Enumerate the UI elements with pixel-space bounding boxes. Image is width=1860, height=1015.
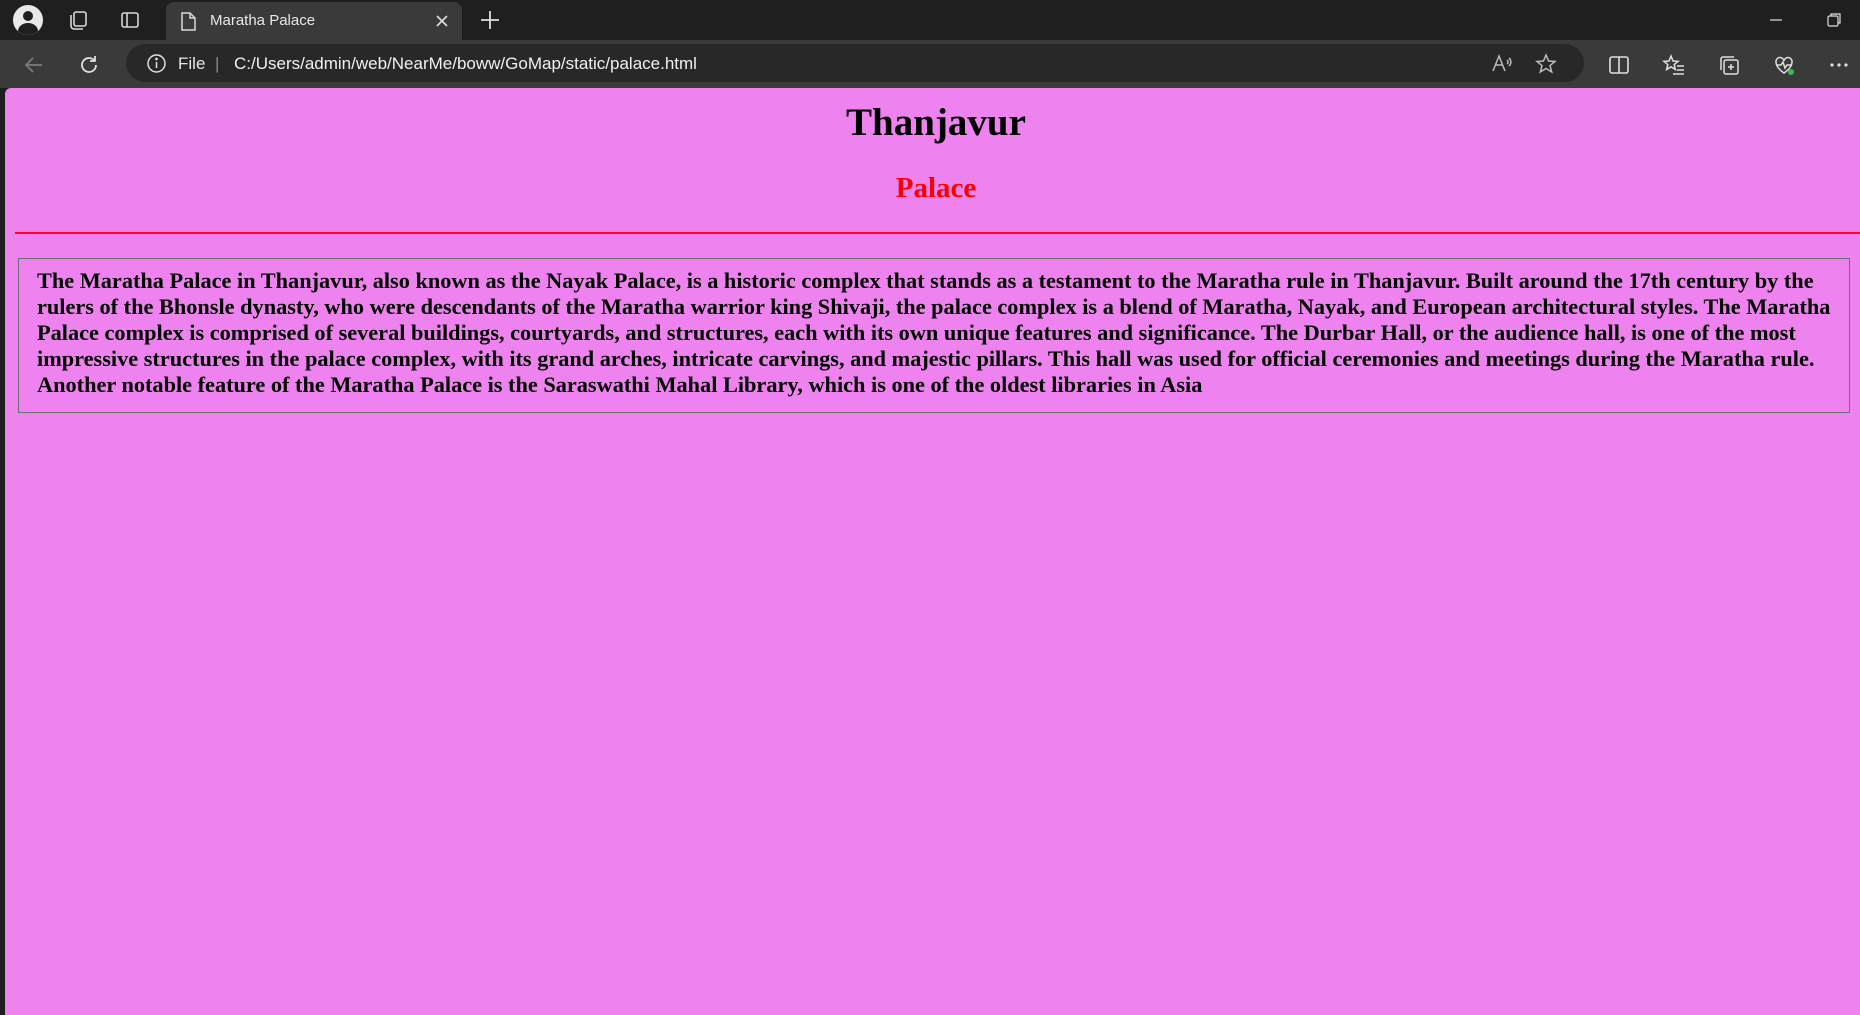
avatar-icon[interactable] [13, 5, 43, 35]
tab-maratha-palace[interactable]: Maratha Palace [166, 2, 462, 40]
star-icon[interactable] [1534, 52, 1558, 76]
url-text[interactable]: C:/Users/admin/web/NearMe/boww/GoMap/sta… [234, 54, 697, 74]
page-subtitle: Palace [895, 172, 977, 204]
description-text: The Maratha Palace in Thanjavur, also kn… [37, 268, 1831, 397]
scheme-label: File [178, 54, 206, 73]
info-icon[interactable] [146, 53, 167, 74]
document-icon [180, 12, 196, 31]
page-title: Thanjavur [846, 101, 1026, 144]
restore-icon[interactable] [1820, 8, 1848, 32]
favorites-icon[interactable] [1659, 50, 1689, 80]
collections-icon[interactable] [1714, 50, 1744, 80]
plus-icon[interactable] [476, 6, 504, 34]
address-bar[interactable]: File | C:/Users/admin/web/NearMe/boww/Go… [126, 44, 1584, 82]
tab-title: Maratha Palace [210, 12, 316, 29]
address-separator: | [215, 54, 220, 73]
read-aloud-icon[interactable] [1490, 52, 1514, 76]
tab-actions-icon[interactable] [115, 5, 145, 35]
back-arrow-icon[interactable] [19, 50, 49, 80]
split-screen-icon[interactable] [1604, 50, 1634, 80]
horizontal-divider [15, 232, 1860, 234]
more-icon[interactable] [1824, 50, 1854, 80]
browser-title-bar: Maratha Palace [0, 0, 1860, 40]
close-icon[interactable] [432, 11, 452, 31]
heartbeat-icon[interactable] [1769, 50, 1799, 80]
workspaces-icon[interactable] [63, 5, 93, 35]
description-box: The Maratha Palace in Thanjavur, also kn… [18, 258, 1850, 413]
page-viewport: Thanjavur Palace The Maratha Palace in T… [5, 88, 1860, 1015]
refresh-icon[interactable] [74, 50, 104, 80]
minimize-icon[interactable] [1762, 8, 1790, 32]
browser-toolbar: File | C:/Users/admin/web/NearMe/boww/Go… [0, 40, 1860, 88]
